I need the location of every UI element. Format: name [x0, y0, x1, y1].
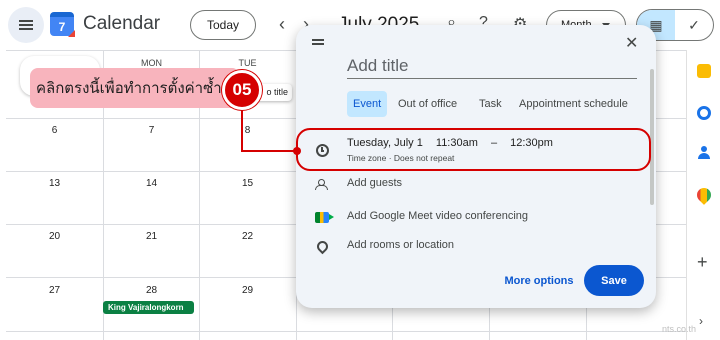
- drag-handle-icon[interactable]: [312, 39, 324, 41]
- add-guests-field[interactable]: Add guests: [347, 177, 402, 189]
- dialog-scrollbar[interactable]: [650, 69, 654, 205]
- tab-out-of-office[interactable]: Out of office: [392, 91, 463, 117]
- get-addons-button[interactable]: +: [697, 252, 708, 273]
- calendar-logo-icon: 7: [50, 12, 75, 37]
- main-menu-button[interactable]: [8, 7, 44, 43]
- day-cell-number[interactable]: 29: [199, 285, 296, 296]
- add-guests-icon: [314, 176, 330, 192]
- hide-side-panel-button[interactable]: ›: [699, 314, 703, 328]
- tutorial-connector-line: [241, 150, 297, 152]
- add-meet-button[interactable]: Add Google Meet video conferencing: [347, 210, 528, 222]
- maps-icon[interactable]: [694, 185, 714, 205]
- weekday-header: TUE: [238, 58, 257, 68]
- tab-task[interactable]: Task: [473, 91, 508, 117]
- grid-divider: [6, 331, 686, 332]
- google-meet-icon: [314, 209, 334, 225]
- site-watermark: nts.co.th: [662, 324, 697, 334]
- day-cell-number[interactable]: 15: [199, 178, 296, 189]
- day-cell-number[interactable]: 6: [6, 125, 103, 136]
- day-cell-number[interactable]: 22: [199, 231, 296, 242]
- save-button[interactable]: Save: [584, 265, 644, 296]
- day-cell-number[interactable]: 7: [103, 125, 200, 136]
- close-icon[interactable]: ✕: [625, 33, 638, 53]
- previous-period-button[interactable]: ‹: [279, 14, 285, 34]
- weekday-header: MON: [141, 58, 162, 68]
- side-panel: + ›: [686, 50, 720, 340]
- event-title-input[interactable]: [347, 53, 637, 79]
- day-cell-number[interactable]: 21: [103, 231, 200, 242]
- day-cell-number[interactable]: 28: [103, 285, 200, 296]
- location-pin-icon: [314, 238, 330, 254]
- tutorial-callout: คลิกตรงนี้เพื่อทำการตั้งค่าซ้ำ: [30, 68, 240, 108]
- day-cell-number[interactable]: 13: [6, 178, 103, 189]
- tab-event[interactable]: Event: [347, 91, 388, 117]
- keep-icon[interactable]: [697, 64, 711, 78]
- day-cell-number[interactable]: 20: [6, 231, 103, 242]
- tutorial-connector-dot: [293, 147, 301, 155]
- tasks-view-icon[interactable]: ✓: [675, 10, 713, 40]
- tab-appointment-schedule[interactable]: Appointment schedule: [513, 91, 634, 117]
- menu-icon: [19, 24, 33, 26]
- day-cell-number[interactable]: 8: [199, 125, 296, 136]
- tutorial-step-badge: 05: [222, 70, 262, 110]
- holiday-event-chip[interactable]: King Vajiralongkorn: [103, 301, 194, 314]
- add-location-field[interactable]: Add rooms or location: [347, 239, 454, 251]
- more-options-button[interactable]: More options: [496, 269, 582, 293]
- day-cell-number[interactable]: 14: [103, 178, 200, 189]
- tutorial-connector-line: [241, 106, 243, 152]
- tutorial-highlight-box: [296, 128, 651, 171]
- today-button[interactable]: Today: [190, 10, 256, 40]
- contacts-icon[interactable]: [697, 146, 711, 160]
- app-name: Calendar: [83, 13, 161, 34]
- tasks-icon[interactable]: [697, 106, 711, 120]
- day-cell-number[interactable]: 27: [6, 285, 103, 296]
